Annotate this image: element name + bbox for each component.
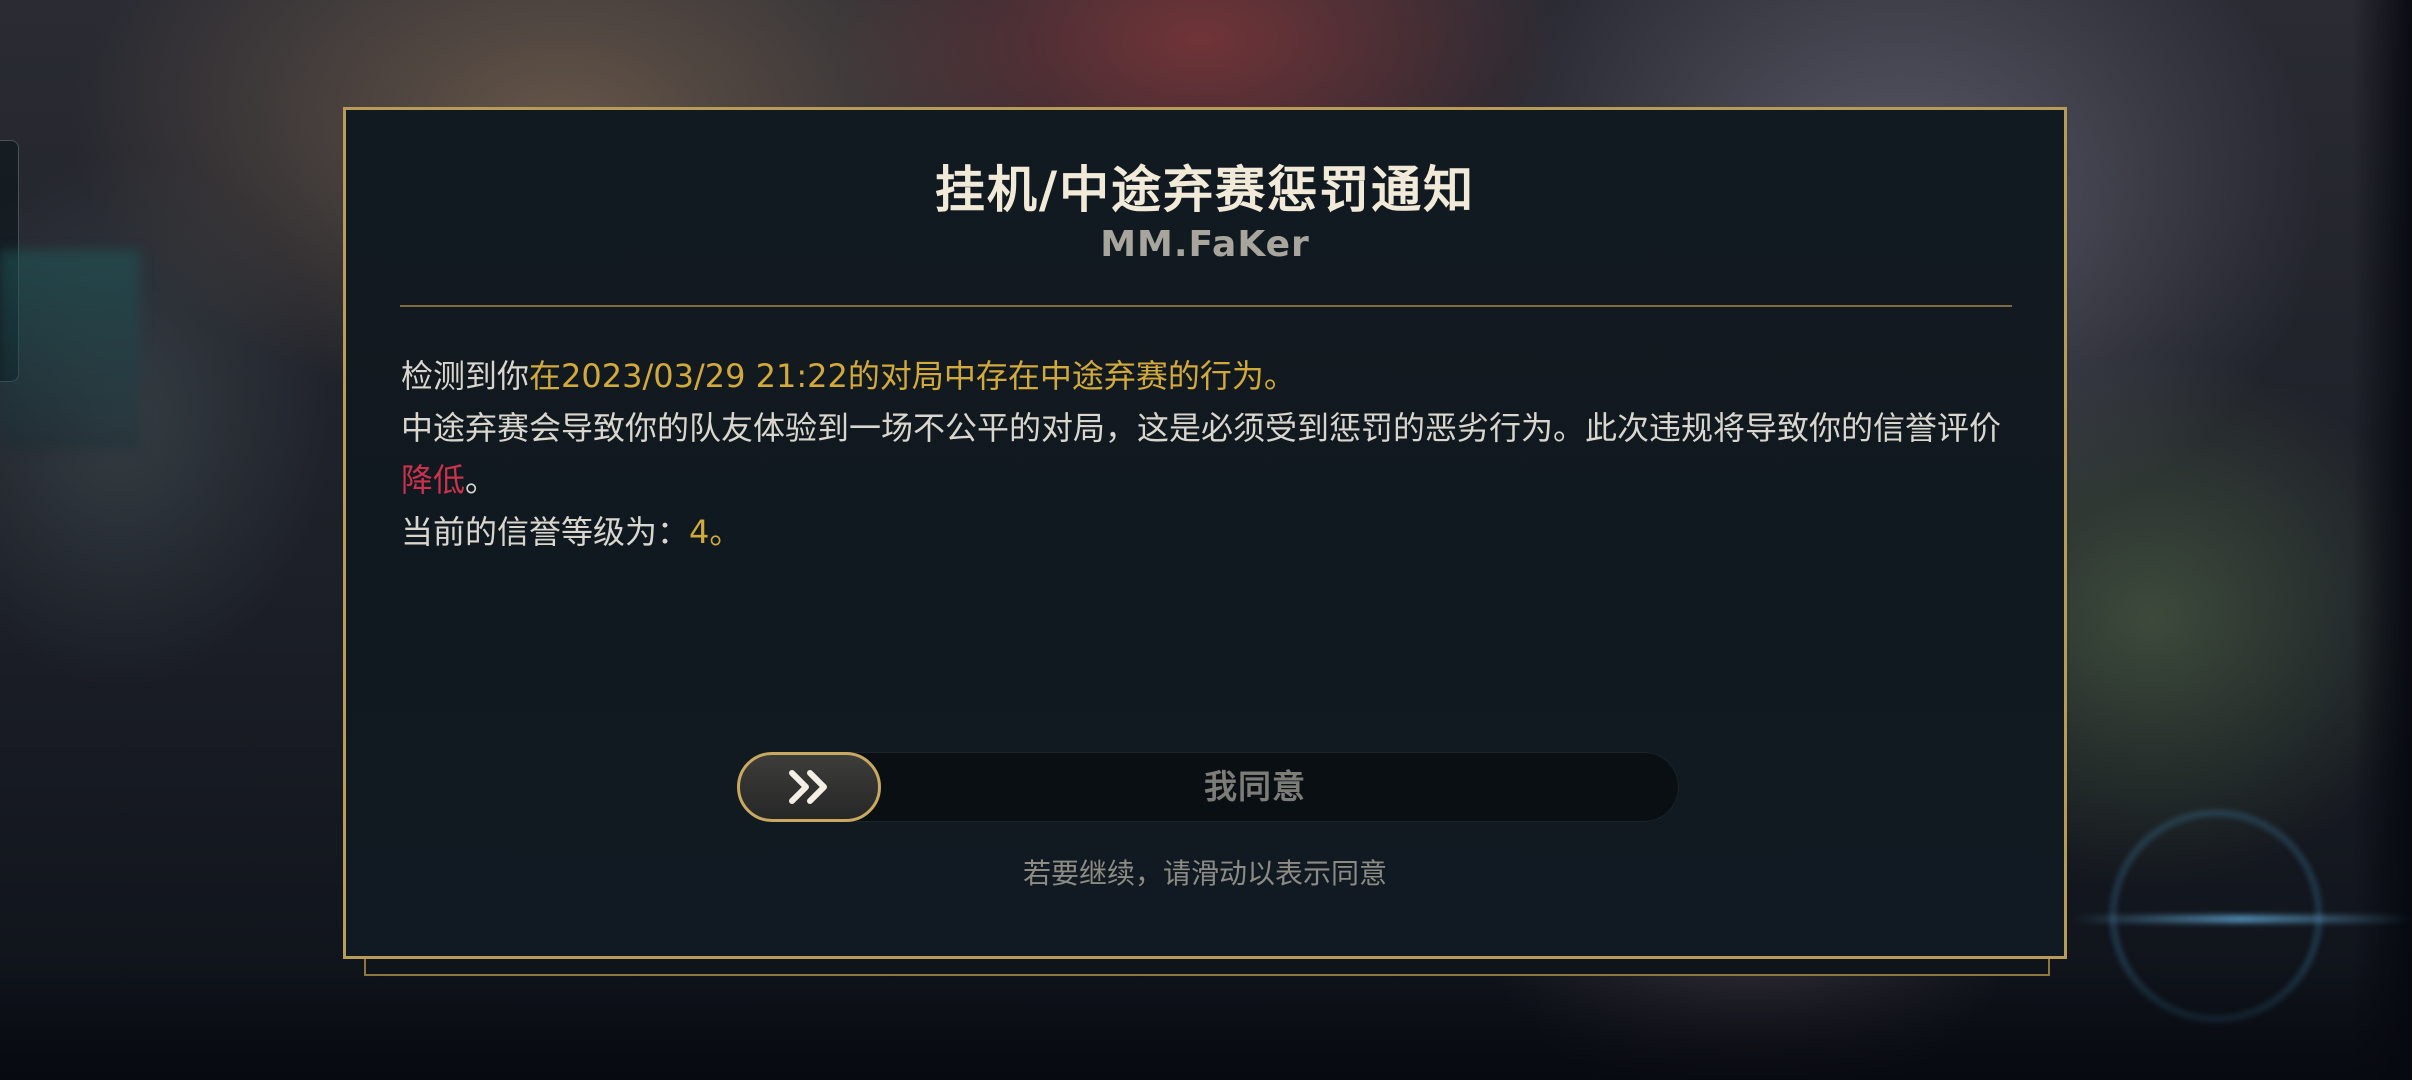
- dialog-title: 挂机/中途弃赛惩罚通知: [934, 161, 1476, 219]
- consequence-line: 中途弃赛会导致你的队友体验到一场不公平的对局，这是必须受到惩罚的恶劣行为。此次违…: [401, 402, 2021, 506]
- honor-level-label: 当前的信誉等级为：: [401, 513, 690, 551]
- honor-level-suffix: 。: [709, 513, 742, 551]
- agree-label: 我同意: [1204, 767, 1306, 806]
- background-bottom-shade: [0, 960, 2412, 1080]
- summoner-name: MM.FaKer: [1100, 224, 1310, 265]
- penalty-notice-dialog: 挂机/中途弃赛惩罚通知 MM.FaKer 检测到你在2023/03/29 21:…: [343, 107, 2067, 959]
- honor-level-line: 当前的信誉等级为：4。: [401, 506, 2021, 558]
- background-blurred-panel: [0, 250, 140, 450]
- title-divider: [400, 305, 2012, 307]
- detection-detail: 在2023/03/29 21:22的对局中存在中途弃赛的行为。: [529, 357, 1296, 395]
- detection-prefix: 检测到你: [401, 357, 530, 395]
- game-client-background: 挂机/中途弃赛惩罚通知 MM.FaKer 检测到你在2023/03/29 21:…: [0, 0, 2412, 1080]
- background-glow-line: [2070, 915, 2412, 923]
- consequence-suffix: 。: [465, 461, 498, 499]
- consequence-text: 中途弃赛会导致你的队友体验到一场不公平的对局，这是必须受到惩罚的恶劣行为。此次违…: [401, 409, 2002, 447]
- agree-slider-handle[interactable]: [737, 752, 881, 822]
- detection-line: 检测到你在2023/03/29 21:22的对局中存在中途弃赛的行为。: [401, 350, 2021, 402]
- agree-slider[interactable]: 我同意: [737, 752, 1679, 822]
- penalty-message: 检测到你在2023/03/29 21:22的对局中存在中途弃赛的行为。 中途弃赛…: [401, 350, 2021, 558]
- slide-hint: 若要继续，请滑动以表示同意: [1022, 857, 1387, 890]
- consequence-highlight: 降低: [401, 461, 466, 499]
- double-chevron-right-icon: [789, 770, 827, 804]
- honor-level-value: 4: [689, 513, 710, 551]
